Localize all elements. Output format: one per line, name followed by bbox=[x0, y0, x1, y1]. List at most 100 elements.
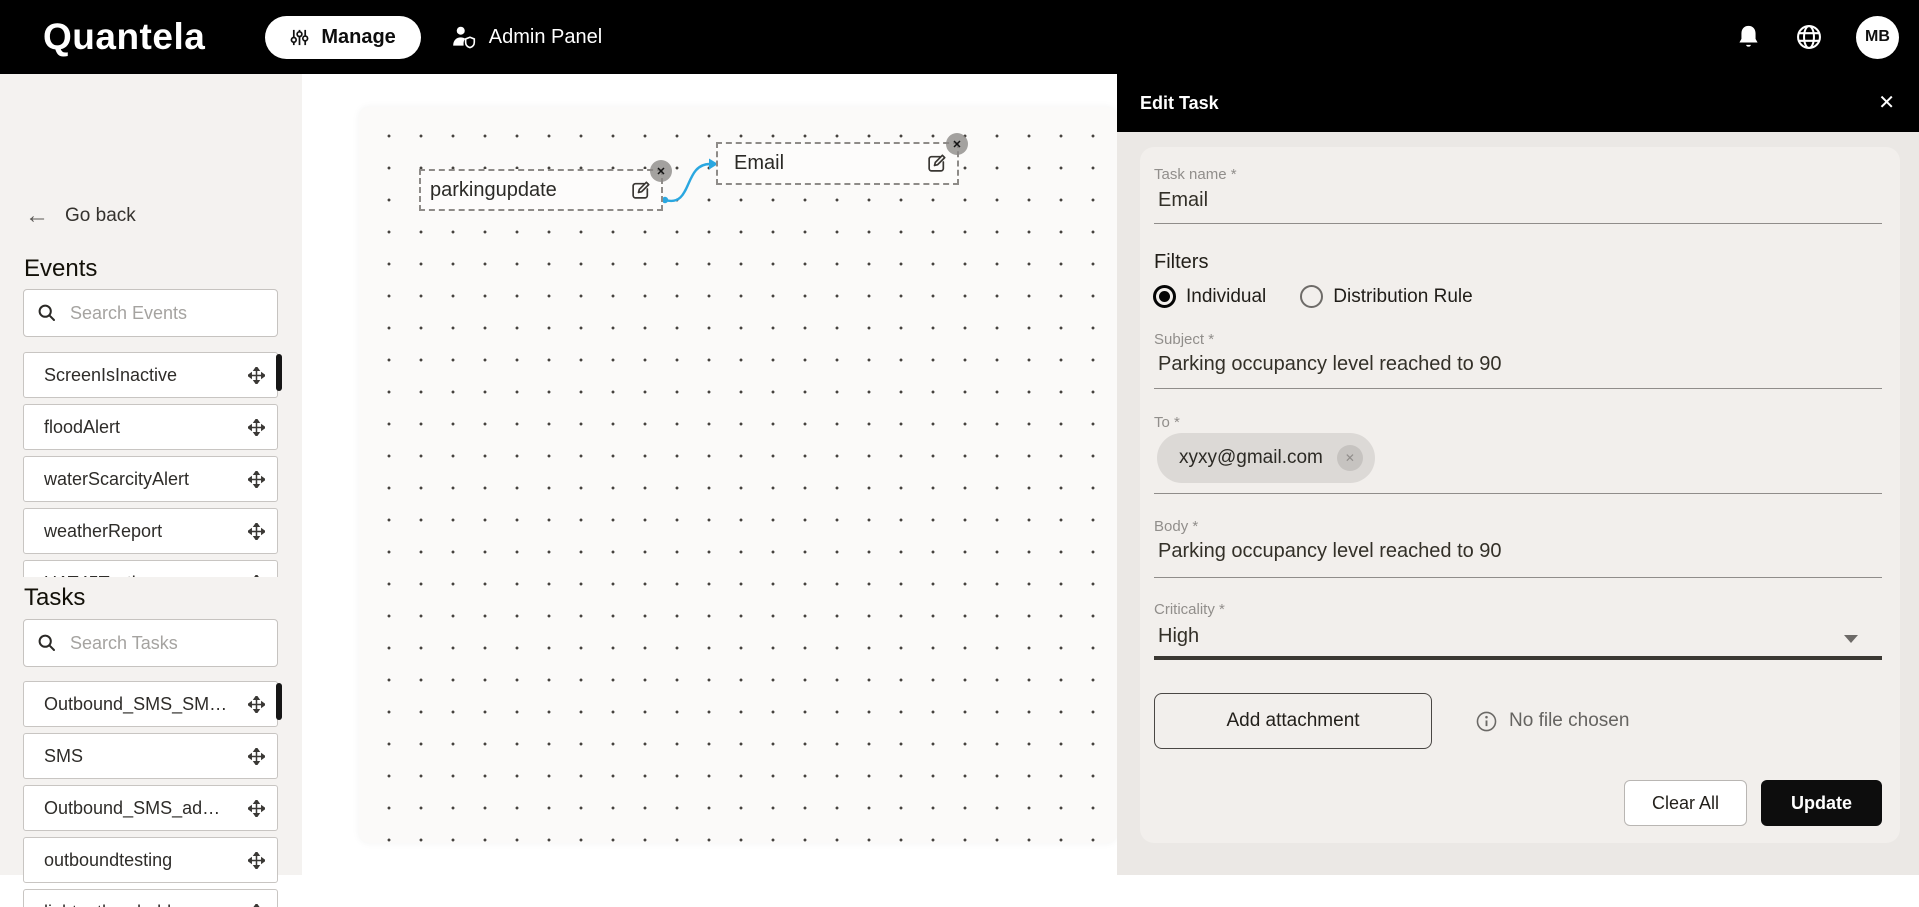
events-search-input[interactable] bbox=[68, 302, 264, 325]
admin-panel-button[interactable]: Admin Panel bbox=[451, 25, 602, 49]
events-heading: Events bbox=[24, 255, 97, 283]
event-item[interactable]: ScreenIsInactive bbox=[23, 352, 278, 398]
sliders-icon bbox=[290, 28, 309, 47]
event-item-label: weatherReport bbox=[44, 521, 162, 542]
criticality-underline bbox=[1154, 656, 1882, 660]
event-item[interactable]: weatherReport bbox=[23, 508, 278, 554]
event-item[interactable]: waterScarcityAlert bbox=[23, 456, 278, 502]
back-arrow-icon: ← bbox=[25, 204, 49, 228]
drag-handle-icon[interactable] bbox=[248, 575, 265, 578]
task-item[interactable]: Outbound_SMS_ad… bbox=[23, 785, 278, 831]
events-list: ScreenIsInactive floodAlert bbox=[23, 352, 280, 577]
node-label: parkingupdate bbox=[430, 179, 630, 202]
go-back-link[interactable]: ← Go back bbox=[25, 204, 136, 228]
drag-handle-icon[interactable] bbox=[248, 904, 265, 907]
go-back-label: Go back bbox=[65, 205, 136, 227]
radio-distribution-rule[interactable] bbox=[1300, 285, 1323, 308]
task-item-label: SMS bbox=[44, 746, 83, 767]
criticality-label: Criticality * bbox=[1154, 601, 1225, 618]
task-item[interactable]: Outbound_SMS_SM… bbox=[23, 681, 278, 727]
left-sidebar: ← Go back Events ScreenIsInactive bbox=[0, 74, 302, 875]
chevron-down-icon[interactable] bbox=[1844, 635, 1858, 643]
edit-node-icon[interactable] bbox=[926, 153, 947, 174]
drag-handle-icon[interactable] bbox=[248, 800, 265, 817]
recipient-chip-label: xyxy@gmail.com bbox=[1179, 447, 1323, 469]
manage-button[interactable]: Manage bbox=[265, 16, 420, 59]
events-scrollbar-thumb[interactable] bbox=[276, 354, 282, 391]
drag-handle-icon[interactable] bbox=[248, 419, 265, 436]
event-item[interactable]: floodAlert bbox=[23, 404, 278, 450]
tasks-heading: Tasks bbox=[24, 584, 85, 612]
drag-handle-icon[interactable] bbox=[248, 748, 265, 765]
app-root: Quantela Manage Admin Panel bbox=[0, 0, 1919, 875]
panel-title: Edit Task bbox=[1140, 93, 1219, 114]
task-item[interactable]: lightonthreshold bbox=[23, 889, 278, 907]
event-item-label: waterScarcityAlert bbox=[44, 469, 189, 490]
drag-handle-icon[interactable] bbox=[248, 367, 265, 384]
to-label: To * bbox=[1154, 414, 1180, 431]
drag-handle-icon[interactable] bbox=[248, 471, 265, 488]
to-underline bbox=[1154, 493, 1882, 494]
drag-handle-icon[interactable] bbox=[248, 523, 265, 540]
panel-actions: Clear All Update bbox=[1624, 780, 1882, 826]
top-bar: Quantela Manage Admin Panel bbox=[0, 0, 1919, 74]
edit-task-form: Task name * Email Filters Individual Dis… bbox=[1140, 147, 1900, 843]
filters-heading: Filters bbox=[1154, 251, 1208, 274]
task-item-label: Outbound_SMS_SM… bbox=[44, 694, 227, 715]
node-label: Email bbox=[734, 152, 926, 175]
subject-label: Subject * bbox=[1154, 331, 1214, 348]
user-avatar[interactable]: MB bbox=[1856, 16, 1899, 59]
drag-handle-icon[interactable] bbox=[248, 852, 265, 869]
subject-input[interactable]: Parking occupancy level reached to 90 bbox=[1158, 353, 1502, 376]
task-name-underline bbox=[1154, 223, 1882, 224]
header-right: MB bbox=[1735, 16, 1919, 59]
drag-handle-icon[interactable] bbox=[248, 696, 265, 713]
task-item[interactable]: outboundtesting bbox=[23, 837, 278, 883]
node-email[interactable]: Email ✕ bbox=[716, 142, 959, 185]
delete-node-icon[interactable]: ✕ bbox=[946, 133, 968, 155]
radio-individual-label: Individual bbox=[1186, 286, 1266, 308]
criticality-select[interactable]: High bbox=[1158, 625, 1199, 648]
info-icon bbox=[1476, 711, 1497, 732]
notifications-bell-icon[interactable] bbox=[1735, 23, 1762, 51]
task-name-input[interactable]: Email bbox=[1158, 189, 1208, 212]
file-status-text: No file chosen bbox=[1509, 710, 1629, 732]
tasks-search bbox=[23, 619, 278, 667]
event-item[interactable]: UAT45Testing bbox=[23, 560, 278, 577]
update-button[interactable]: Update bbox=[1761, 780, 1882, 826]
radio-individual[interactable] bbox=[1153, 285, 1176, 308]
manage-label: Manage bbox=[321, 26, 395, 49]
quantela-logo[interactable]: Quantela bbox=[43, 16, 205, 58]
event-item-label: ScreenIsInactive bbox=[44, 365, 177, 386]
search-icon bbox=[37, 303, 57, 323]
tasks-search-input[interactable] bbox=[68, 632, 264, 655]
add-attachment-button[interactable]: Add attachment bbox=[1154, 693, 1432, 749]
remove-recipient-icon[interactable]: ✕ bbox=[1337, 445, 1363, 471]
filters-radio-group: Individual Distribution Rule bbox=[1153, 285, 1473, 308]
body-label: Body * bbox=[1154, 518, 1198, 535]
admin-panel-label: Admin Panel bbox=[489, 26, 602, 49]
tasks-scrollbar-thumb[interactable] bbox=[276, 683, 282, 720]
delete-node-icon[interactable]: ✕ bbox=[650, 160, 672, 182]
recipient-chip[interactable]: xyxy@gmail.com ✕ bbox=[1157, 433, 1375, 483]
file-status-row: No file chosen bbox=[1476, 693, 1629, 749]
avatar-initials: MB bbox=[1865, 28, 1890, 46]
panel-header: Edit Task ✕ bbox=[1117, 74, 1919, 132]
task-item-label: Outbound_SMS_ad… bbox=[44, 798, 220, 819]
clear-all-button[interactable]: Clear All bbox=[1624, 780, 1747, 826]
radio-distribution-rule-label: Distribution Rule bbox=[1333, 286, 1472, 308]
subject-underline bbox=[1154, 388, 1882, 389]
body-underline bbox=[1154, 577, 1882, 578]
task-item[interactable]: SMS bbox=[23, 733, 278, 779]
workflow-canvas[interactable]: parkingupdate ✕ Email ✕ bbox=[359, 107, 1117, 843]
language-globe-icon[interactable] bbox=[1795, 23, 1823, 51]
event-item-label: UAT45Testing bbox=[44, 573, 156, 578]
node-parkingupdate[interactable]: parkingupdate ✕ bbox=[419, 169, 663, 211]
edit-node-icon[interactable] bbox=[630, 180, 651, 201]
search-icon bbox=[37, 633, 57, 653]
task-name-label: Task name * bbox=[1154, 166, 1237, 183]
task-item-label: lightonthreshold bbox=[44, 902, 171, 907]
close-panel-icon[interactable]: ✕ bbox=[1878, 93, 1895, 113]
admin-user-icon bbox=[451, 25, 477, 49]
body-input[interactable]: Parking occupancy level reached to 90 bbox=[1158, 540, 1502, 563]
